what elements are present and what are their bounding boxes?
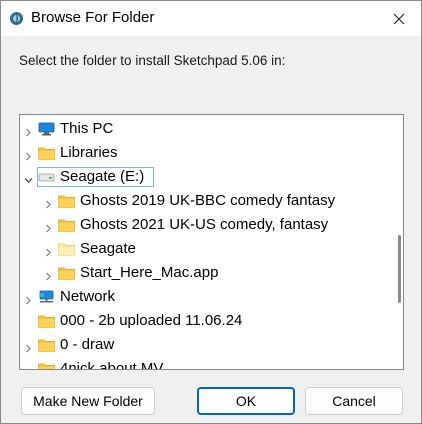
chevron-down-icon[interactable] xyxy=(24,172,33,183)
tree-item-label: Seagate (E:) xyxy=(60,168,145,185)
folder-icon xyxy=(38,314,55,328)
title-bar[interactable]: Browse For Folder xyxy=(1,1,421,36)
tree-item[interactable]: 4nick about MV xyxy=(20,357,390,370)
tree-item[interactable]: Start_Here_Mac.app xyxy=(20,261,390,285)
browse-for-folder-dialog: Browse For Folder Select the folder to i… xyxy=(0,0,422,424)
cancel-button[interactable]: Cancel xyxy=(305,387,403,415)
chevron-right-icon[interactable] xyxy=(44,268,53,281)
instruction-text: Select the folder to install Sketchpad 5… xyxy=(19,53,286,68)
chevron-right-icon[interactable] xyxy=(44,220,53,233)
folder-icon xyxy=(38,338,55,352)
folder-icon xyxy=(58,194,75,208)
tree-item[interactable]: Seagate xyxy=(20,237,390,261)
folder-icon xyxy=(38,146,55,160)
tree-item-label: Ghosts 2019 UK-BBC comedy fantasy xyxy=(80,192,336,209)
ok-button[interactable]: OK xyxy=(197,387,295,415)
monitor-icon xyxy=(38,122,55,136)
close-icon xyxy=(393,13,405,24)
chevron-right-icon[interactable] xyxy=(24,292,33,305)
chevron-right-icon[interactable] xyxy=(44,196,53,209)
dialog-body: Select the folder to install Sketchpad 5… xyxy=(1,36,421,423)
folder-tree[interactable]: This PC Libraries Seagate (E:) Ghosts 2019 … xyxy=(19,114,404,370)
tree-item-label: 000 - 2b uploaded 11.06.24 xyxy=(60,312,243,329)
folder-icon xyxy=(58,218,75,232)
tree-item[interactable]: This PC xyxy=(20,117,390,141)
tree-item-label: Start_Here_Mac.app xyxy=(80,264,219,281)
app-icon xyxy=(10,12,23,25)
chevron-right-icon[interactable] xyxy=(44,244,53,257)
make-new-folder-button[interactable]: Make New Folder xyxy=(21,387,155,415)
tree-item-label: This PC xyxy=(60,120,114,137)
tree-item-label: 4nick about MV xyxy=(60,360,164,370)
tree-item-label: Seagate xyxy=(80,240,136,257)
tree-item-label: 0 - draw xyxy=(60,336,115,353)
tree-item-label: Ghosts 2021 UK-US comedy, fantasy xyxy=(80,216,329,233)
tree-item-label: Libraries xyxy=(60,144,118,161)
tree-item[interactable]: 000 - 2b uploaded 11.06.24 xyxy=(20,309,390,333)
chevron-right-icon[interactable] xyxy=(24,340,33,353)
drive-icon xyxy=(38,170,55,184)
tree-item-label: Network xyxy=(60,288,116,305)
tree-item[interactable]: Seagate (E:) xyxy=(20,165,390,189)
chevron-right-icon[interactable] xyxy=(24,124,33,137)
network-icon xyxy=(38,290,55,304)
chevron-right-icon[interactable] xyxy=(24,364,33,369)
chevron-right-icon[interactable] xyxy=(24,148,33,161)
tree-item[interactable]: Ghosts 2019 UK-BBC comedy fantasy xyxy=(20,189,390,213)
tree-item[interactable]: Libraries xyxy=(20,141,390,165)
folder-icon xyxy=(58,266,75,280)
vertical-scrollbar-thumb[interactable] xyxy=(398,235,401,303)
tree-item[interactable]: Ghosts 2021 UK-US comedy, fantasy xyxy=(20,213,390,237)
folder-light-icon xyxy=(58,242,75,256)
close-button[interactable] xyxy=(377,1,421,36)
window-title: Browse For Folder xyxy=(31,9,155,26)
folder-icon xyxy=(38,362,55,369)
tree-item[interactable]: Network xyxy=(20,285,390,309)
tree-item[interactable]: 0 - draw xyxy=(20,333,390,357)
